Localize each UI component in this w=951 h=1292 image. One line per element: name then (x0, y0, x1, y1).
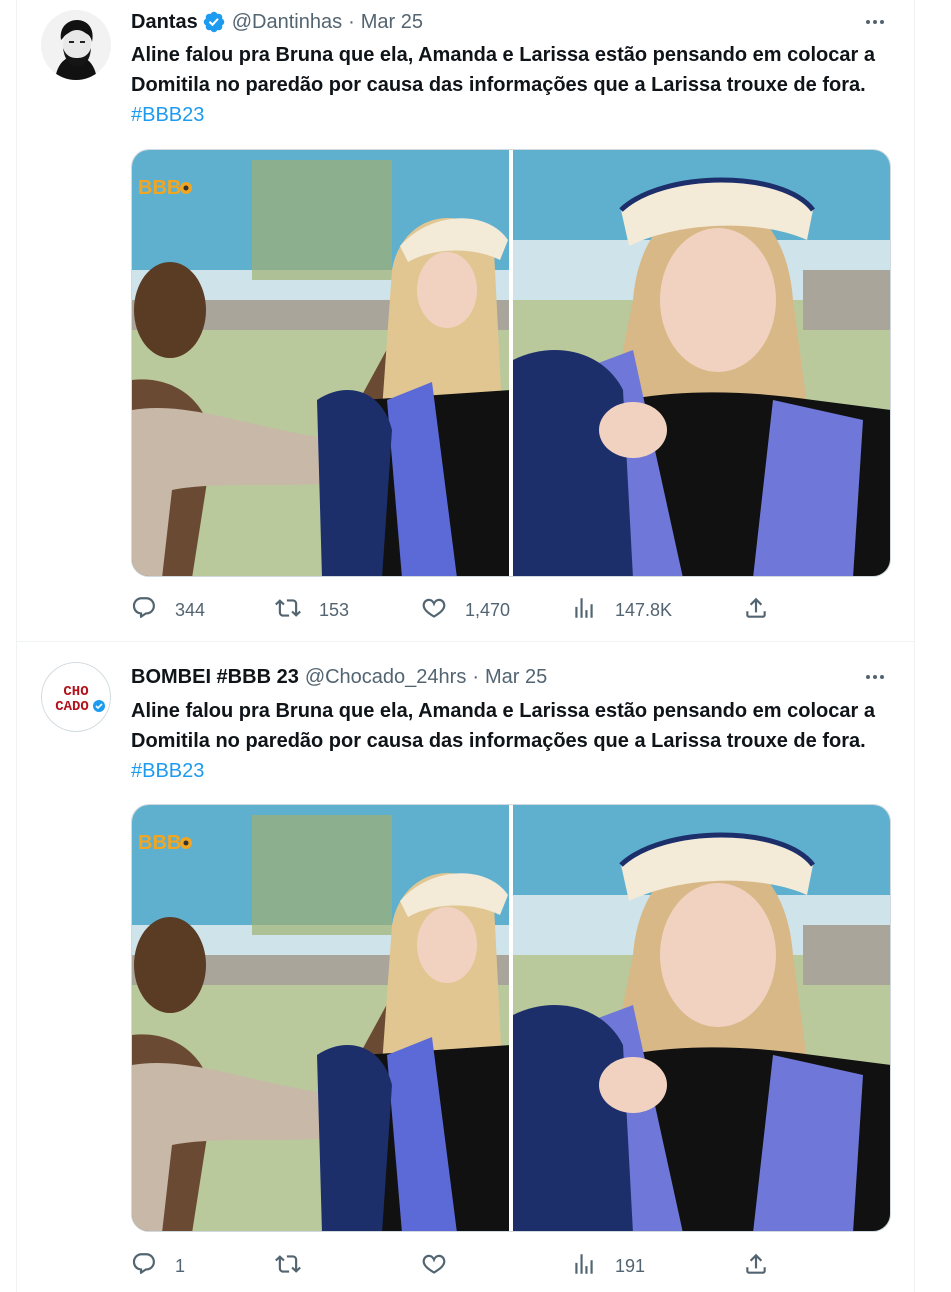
separator-dot: · (348, 10, 355, 33)
heart-icon (421, 595, 447, 626)
retweet-icon (275, 1251, 301, 1282)
bbb-watermark: BBB (138, 832, 181, 854)
retweet-button[interactable] (275, 1251, 319, 1282)
tweet-body: Aline falou pra Bruna que ela, Amanda e … (131, 700, 875, 752)
media-image-right[interactable] (513, 150, 890, 576)
like-button[interactable] (421, 1251, 465, 1282)
share-icon (743, 595, 769, 626)
media-grid[interactable]: BBB (131, 149, 891, 577)
hashtag-link[interactable]: #BBB23 (131, 760, 204, 782)
share-icon (743, 1251, 769, 1282)
avatar[interactable] (41, 10, 111, 80)
more-dots-icon[interactable] (860, 8, 890, 36)
reply-count: 344 (175, 599, 206, 620)
separator-dot: · (472, 665, 479, 688)
tweet-text: Aline falou pra Bruna que ela, Amanda e … (131, 696, 891, 786)
handle[interactable]: @Chocado_24hrs (305, 666, 467, 689)
retweet-count: 153 (319, 599, 350, 620)
reply-count: 1 (175, 1255, 186, 1276)
avatar-logo-line1: CHO (63, 684, 88, 700)
tweet[interactable]: Dantas @Dantinhas · Mar 25 Aline falou p… (17, 0, 914, 642)
reply-button[interactable]: 1 (131, 1251, 185, 1282)
media-image-left[interactable]: BBB (132, 805, 509, 1231)
verified-badge-icon (202, 10, 226, 34)
reply-icon (131, 595, 157, 626)
avatar-logo-line2: CADO (55, 699, 89, 715)
tweet-actions: 1 191 (131, 1248, 771, 1284)
media-grid[interactable]: BBB (131, 804, 891, 1232)
tweet-text: Aline falou pra Bruna que ela, Amanda e … (131, 40, 891, 130)
tweet[interactable]: CHO CADO BOMBEI #BBB 23 @Chocado_24hrs ·… (17, 643, 914, 1292)
views-button[interactable]: 147.8K (571, 595, 672, 626)
media-image-left[interactable]: BBB (132, 150, 509, 576)
views-count: 147.8K (615, 599, 673, 620)
media-image-right[interactable] (513, 805, 890, 1231)
tweet-header: BOMBEI #BBB 23 @Chocado_24hrs · Mar 25 (131, 663, 547, 691)
tweet-date[interactable]: Mar 25 (485, 666, 547, 689)
tweet-header: Dantas @Dantinhas · Mar 25 (131, 8, 423, 36)
heart-icon (421, 1251, 447, 1282)
avatar[interactable]: CHO CADO (41, 662, 111, 732)
share-button[interactable] (743, 1251, 769, 1282)
views-button[interactable]: 191 (571, 1251, 645, 1282)
display-name[interactable]: BOMBEI #BBB 23 (131, 666, 299, 689)
like-button[interactable]: 1,470 (421, 595, 510, 626)
bbb-watermark: BBB (138, 177, 181, 199)
like-count: 1,470 (465, 599, 511, 620)
more-dots-icon[interactable] (860, 663, 890, 691)
retweet-button[interactable]: 153 (275, 595, 349, 626)
share-button[interactable] (743, 595, 769, 626)
views-chart-icon (571, 1251, 597, 1282)
views-count: 191 (615, 1255, 646, 1276)
handle[interactable]: @Dantinhas (232, 11, 342, 34)
timeline-border-right (914, 0, 915, 1292)
tweet-actions: 344 153 1,470 147.8K (131, 592, 771, 628)
hashtag-link[interactable]: #BBB23 (131, 104, 204, 126)
views-chart-icon (571, 595, 597, 626)
retweet-icon (275, 595, 301, 626)
tweet-date[interactable]: Mar 25 (361, 11, 423, 34)
tweet-body: Aline falou pra Bruna que ela, Amanda e … (131, 44, 875, 96)
reply-button[interactable]: 344 (131, 595, 205, 626)
display-name[interactable]: Dantas (131, 11, 198, 34)
reply-icon (131, 1251, 157, 1282)
